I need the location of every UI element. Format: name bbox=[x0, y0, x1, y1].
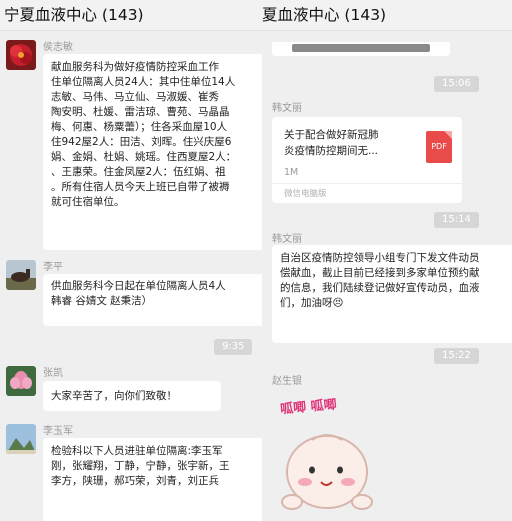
file-source: 微信电脑版 bbox=[284, 189, 327, 199]
message-bubble[interactable]: 献血服务科为做好疫情防控采血工作 住单位隔离人员24人：其中住单位14人 志敏、… bbox=[43, 54, 262, 250]
sender-name: 李玉军 bbox=[43, 426, 73, 437]
message-line: 娟、金娟、杜娟、姚瑶。住西夏屋2人： bbox=[51, 151, 237, 163]
message-line: 偿献血，截止目前已经接到多家单位预约献 bbox=[280, 267, 480, 279]
sender-name: 侯志敏 bbox=[43, 42, 73, 53]
lotus-avatar-icon bbox=[6, 366, 36, 396]
timestamp: 15:06 bbox=[434, 76, 479, 92]
message-line: 的信息，我们陆续登记做好宣传动员，血液 bbox=[280, 282, 480, 294]
timestamp: 15:22 bbox=[434, 348, 479, 364]
chat-title: 宁夏血液中心 (143) bbox=[0, 0, 262, 31]
avatar[interactable] bbox=[6, 40, 36, 70]
right-chat-panel: 夏血液中心 (143) 15:06 韩文丽 关于配合做好新冠肺 炎疫情防控期间无… bbox=[262, 0, 512, 521]
chat-title: 夏血液中心 (143) bbox=[262, 0, 512, 31]
message-line: 住942屋2人：田洁、刘晖。住兴庆屋6 bbox=[51, 136, 232, 148]
message-bubble[interactable]: 检验科以下人员进驻单位隔离:李玉军 刚，张耀翔，丁静，宁静，张宇新，王 李方，陕… bbox=[43, 438, 262, 521]
message-bubble[interactable]: 大家辛苦了，向你们致敬！ bbox=[43, 381, 221, 411]
message-line: 检验科以下人员进驻单位隔离:李玉军 bbox=[51, 445, 223, 457]
pdf-file-icon: PDF bbox=[426, 131, 452, 163]
sender-name: 赵生银 bbox=[272, 376, 302, 387]
crying-face-emoji-icon: 😣 bbox=[332, 297, 344, 309]
landscape-avatar-icon bbox=[6, 424, 36, 454]
file-title-line: 关于配合做好新冠肺 bbox=[284, 129, 379, 141]
message-bubble[interactable]: 供血服务科今日起在单位隔离人员4人 韩睿 谷婧文 赵秉洁） bbox=[43, 274, 262, 326]
file-title-line: 炎疫情防控期间无... bbox=[284, 145, 379, 157]
red-flower-avatar-icon bbox=[6, 40, 36, 70]
timestamp: 15:14 bbox=[434, 212, 479, 228]
avatar[interactable] bbox=[6, 260, 36, 290]
message-line: 刚，张耀翔，丁静，宁静，张宇新，王 bbox=[51, 460, 230, 472]
file-title: 关于配合做好新冠肺 炎疫情防控期间无... bbox=[284, 127, 379, 159]
message-line: 、王惠荣。住金凤屋2人：伍红娟、祖 bbox=[51, 166, 226, 178]
message-line: 韩睿 谷婧文 赵秉洁） bbox=[51, 295, 153, 307]
message-line: 志敏、马伟、马立仙、马淑媛、崔秀 bbox=[51, 91, 219, 103]
avatar[interactable] bbox=[6, 366, 36, 396]
message-line: 梅、何惠、杨粟蕾）；住各采血屋10人 bbox=[51, 121, 228, 133]
image-message-fragment[interactable] bbox=[272, 42, 450, 56]
message-line: 大家辛苦了，向你们致敬！ bbox=[51, 390, 177, 402]
message-line: 住单位隔离人员24人：其中住单位14人 bbox=[51, 76, 236, 88]
sender-name: 韩文丽 bbox=[272, 234, 302, 245]
message-line: 陶安明、杜媛、雷洁琼、曹苑、马晶晶 bbox=[51, 106, 230, 118]
message-bubble[interactable]: 自治区疫情防控领导小组专门下发文件动员 偿献血，截止目前已经接到多家单位预约献 … bbox=[272, 245, 512, 343]
horse-avatar-icon bbox=[6, 260, 36, 290]
message-line: 自治区疫情防控领导小组专门下发文件动员 bbox=[280, 252, 480, 264]
sender-name: 张凯 bbox=[43, 368, 63, 379]
file-message-card[interactable]: 关于配合做好新冠肺 炎疫情防控期间无... PDF 1M 微信电脑版 bbox=[272, 117, 462, 203]
sender-name: 李平 bbox=[43, 262, 63, 273]
message-line: 供血服务科今日起在单位隔离人员4人 bbox=[51, 280, 226, 292]
message-line: 们，加油呀😣 bbox=[280, 297, 344, 309]
sticker-message[interactable]: 呱唧 呱唧 bbox=[272, 388, 382, 513]
message-line: 。所有住宿人员今天上班已自带了被褥 bbox=[51, 181, 230, 193]
avatar[interactable] bbox=[6, 424, 36, 454]
timestamp: 9:35 bbox=[214, 339, 253, 355]
message-line: 李方，陕珊，郝巧荣，刘青，刘正兵 bbox=[51, 475, 219, 487]
file-size: 1M bbox=[284, 167, 299, 178]
cute-face-sticker-icon bbox=[281, 434, 373, 510]
message-line: 献血服务科为做好疫情防控采血工作 bbox=[51, 61, 219, 73]
sender-name: 韩文丽 bbox=[272, 103, 302, 114]
left-chat-panel: 宁夏血液中心 (143) 侯志敏 献血服务科为做好疫情防控采血工作 住单位隔离人… bbox=[0, 0, 262, 521]
message-line: 就可住宿单位。 bbox=[51, 196, 125, 208]
